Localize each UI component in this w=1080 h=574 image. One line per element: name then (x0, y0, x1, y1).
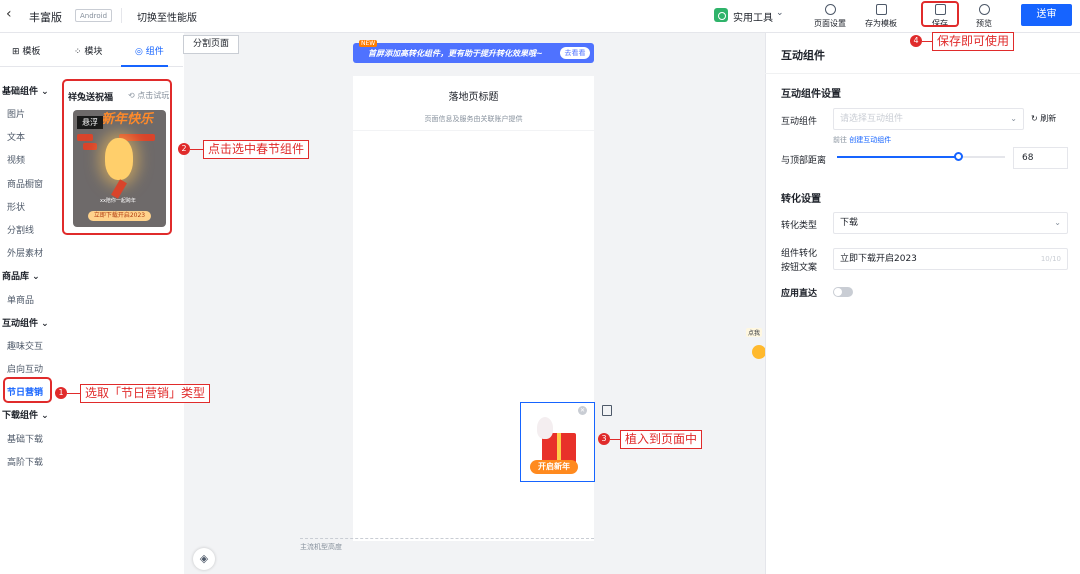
back-icon[interactable]: ‹ (6, 6, 12, 22)
slider-fill (837, 156, 958, 158)
category-item[interactable]: 基础下载 (7, 432, 43, 445)
tab-component[interactable]: ◎ 组件 (135, 44, 164, 57)
eye-icon (978, 4, 990, 15)
char-count: 10/10 (1040, 255, 1061, 263)
category-group-goods[interactable]: 商品库 ⌄ (2, 269, 40, 282)
submit-review-button[interactable]: 送审 (1021, 4, 1072, 26)
field-label: 互动组件 (781, 117, 818, 127)
conversion-type-select[interactable]: 下载 ⌄ (833, 212, 1068, 234)
section-title: 互动组件设置 (781, 89, 841, 100)
template-icon (875, 4, 887, 15)
field-label: 应用直达 (781, 289, 818, 299)
category-item[interactable]: 商品橱窗 (7, 177, 43, 190)
category-item[interactable]: 形状 (7, 200, 25, 213)
left-tabs: ⊞ 模板 ⁘ 模块 ◎ 组件 (0, 33, 183, 67)
distance-input[interactable]: 68 (1013, 147, 1068, 169)
step-badge: 4 (910, 35, 922, 47)
edition-label: 丰富版 (29, 11, 62, 24)
category-item[interactable]: 启向互动 (7, 362, 43, 375)
category-item[interactable]: 文本 (7, 130, 25, 143)
preview-button[interactable]: 预览 (962, 3, 1006, 29)
category-item[interactable]: 视频 (7, 153, 25, 166)
button-text-input[interactable]: 立即下载开启2023 10/10 (833, 248, 1068, 270)
divider (353, 130, 594, 131)
category-item[interactable]: 高阶下载 (7, 455, 43, 468)
app-direct-toggle[interactable] (833, 287, 853, 297)
annotation-label: 点击选中春节组件 (203, 140, 310, 159)
placed-widget[interactable]: ✕ 开启新年 (520, 402, 595, 482)
divider (765, 73, 1080, 74)
settings-icon (824, 4, 836, 15)
slider-handle[interactable] (953, 152, 963, 161)
save-template-button[interactable]: 存为模板 (859, 3, 903, 29)
create-link[interactable]: 前往 创建互动组件 (833, 135, 891, 145)
category-group-download[interactable]: 下载组件 ⌄ (2, 408, 49, 421)
page-subtitle: 页面信息及服务由关联账户提供 (424, 115, 523, 123)
layers-icon[interactable]: ◈ (193, 548, 215, 570)
refresh-button[interactable]: ↻ 刷新 (1031, 113, 1056, 124)
category-item[interactable]: 外层素材 (7, 246, 43, 259)
split-page-tab[interactable]: 分割页面 (183, 35, 239, 54)
tools-menu[interactable]: 实用工具 (733, 9, 773, 24)
platform-badge: Android (75, 9, 113, 22)
panel-title: 互动组件 (781, 49, 825, 62)
bunny-image (537, 417, 553, 439)
trash-icon[interactable] (602, 405, 612, 416)
tab-template[interactable]: ⊞ 模板 (12, 44, 40, 57)
category-item[interactable]: 图片 (7, 107, 25, 120)
section-title: 转化设置 (781, 194, 821, 205)
annotation-line (922, 41, 932, 42)
chevron-down-icon: ⌄ (1054, 218, 1061, 227)
tools-icon[interactable] (714, 8, 728, 22)
step-badge: 1 (55, 387, 67, 399)
fold-label: 主流机型高度 (300, 543, 342, 551)
save-highlight-box (921, 1, 959, 27)
category-item[interactable]: 单商品 (7, 293, 34, 306)
annotation-label: 植入到页面中 (620, 430, 703, 449)
page-title: 落地页标题 (448, 92, 499, 103)
step-badge: 3 (598, 433, 610, 445)
divider (121, 8, 122, 23)
category-item[interactable]: 趣味交互 (7, 339, 43, 352)
annotation-label: 保存即可使用 (932, 32, 1015, 51)
tab-module[interactable]: ⁘ 模块 (74, 44, 102, 57)
chevron-down-icon[interactable]: ⌄ (776, 8, 784, 18)
annotation-line (67, 393, 80, 394)
top-bar: ‹ 丰富版 Android 切换至性能版 实用工具 ⌄ 页面设置 存为模板 保存… (0, 0, 1080, 33)
banner-text: 首屏添加高转化组件，更有助于提升转化效果哦~ (368, 49, 543, 58)
category-group-basic[interactable]: 基础组件 ⌄ (2, 84, 49, 97)
tip-banner: NEW 首屏添加高转化组件，更有助于提升转化效果哦~ 去看看 (353, 40, 594, 63)
annotation-label: 选取「节日营销」类型 (80, 384, 211, 403)
widget-button: 开启新年 (530, 460, 578, 474)
floating-tip: 点我 (746, 328, 763, 337)
chevron-down-icon: ⌄ (1010, 114, 1017, 123)
emoji-icon[interactable] (752, 345, 766, 359)
field-label: 与顶部距离 (781, 156, 827, 166)
close-icon[interactable]: ✕ (578, 406, 587, 415)
new-badge: NEW (359, 40, 378, 47)
field-label: 转化类型 (781, 221, 818, 231)
active-tab-indicator (121, 65, 168, 67)
annotation-line (190, 149, 203, 150)
fold-line (300, 538, 594, 539)
category-group-interactive[interactable]: 互动组件 ⌄ (2, 316, 49, 329)
field-label: 组件转化 (781, 249, 818, 259)
category-highlight-box (3, 377, 52, 403)
category-item[interactable]: 分割线 (7, 223, 34, 236)
page-settings-button[interactable]: 页面设置 (808, 3, 852, 29)
component-highlight-box (62, 79, 172, 235)
banner-go-button[interactable]: 去看看 (560, 47, 590, 59)
step-badge: 2 (178, 143, 190, 155)
component-select[interactable]: 请选择互动组件 ⌄ (833, 108, 1024, 130)
switch-performance-link[interactable]: 切换至性能版 (137, 9, 197, 24)
field-label: 按钮文案 (781, 263, 818, 273)
